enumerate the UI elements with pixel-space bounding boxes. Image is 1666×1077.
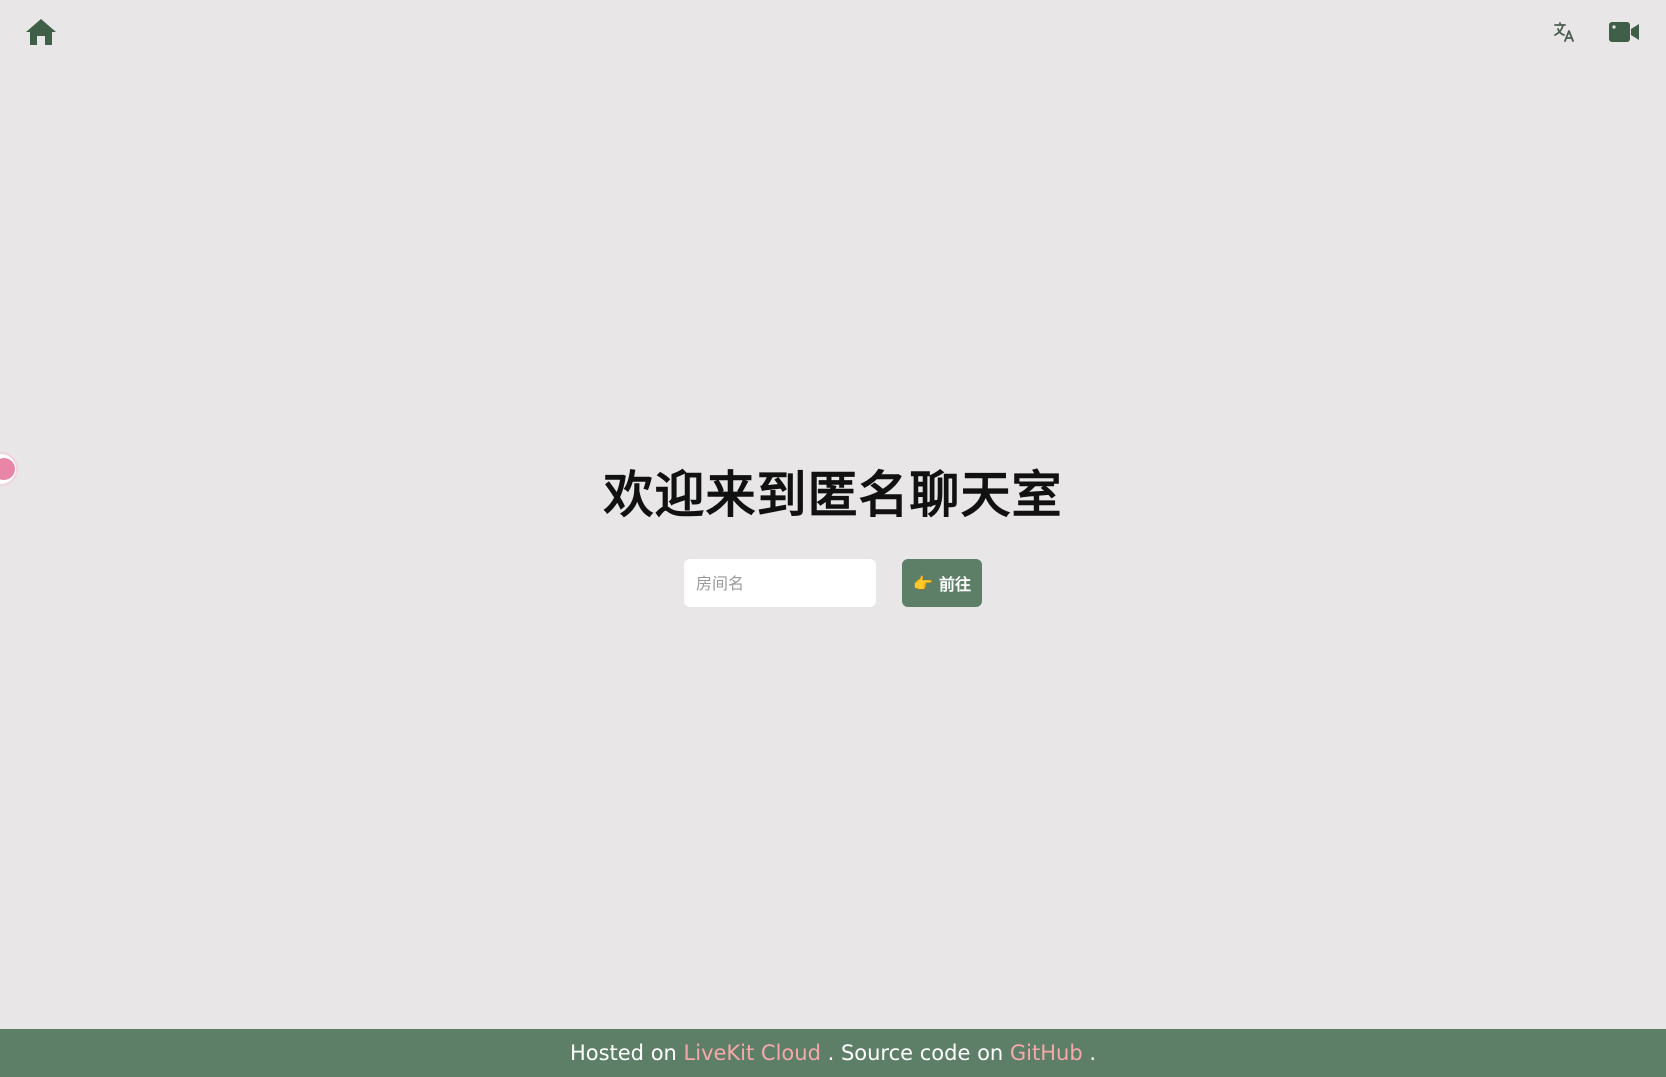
video-camera-icon: [1609, 22, 1639, 42]
footer-prefix: Hosted on: [569, 1041, 684, 1065]
video-button[interactable]: [1608, 18, 1640, 46]
top-bar: [0, 0, 1666, 64]
home-button[interactable]: [24, 16, 58, 48]
footer-suffix: .: [1082, 1041, 1097, 1065]
go-button-label: 前往: [938, 575, 971, 594]
home-icon: [26, 19, 56, 45]
translate-icon: [1554, 22, 1574, 42]
footer-middle: . Source code on: [820, 1041, 1010, 1065]
page-title: 欢迎来到匿名聊天室: [603, 466, 1063, 524]
github-link[interactable]: GitHub: [1010, 1041, 1083, 1065]
pointing-hand-icon: 👉: [913, 573, 933, 593]
room-name-input[interactable]: [684, 559, 876, 607]
translate-button[interactable]: [1552, 20, 1576, 44]
livekit-cloud-link[interactable]: LiveKit Cloud: [684, 1041, 821, 1065]
go-button[interactable]: 👉 前往: [902, 559, 982, 607]
page: 欢迎来到匿名聊天室 👉 前往 Hosted on LiveKit Cloud .…: [0, 0, 1666, 1077]
footer: Hosted on LiveKit Cloud . Source code on…: [0, 1029, 1666, 1077]
